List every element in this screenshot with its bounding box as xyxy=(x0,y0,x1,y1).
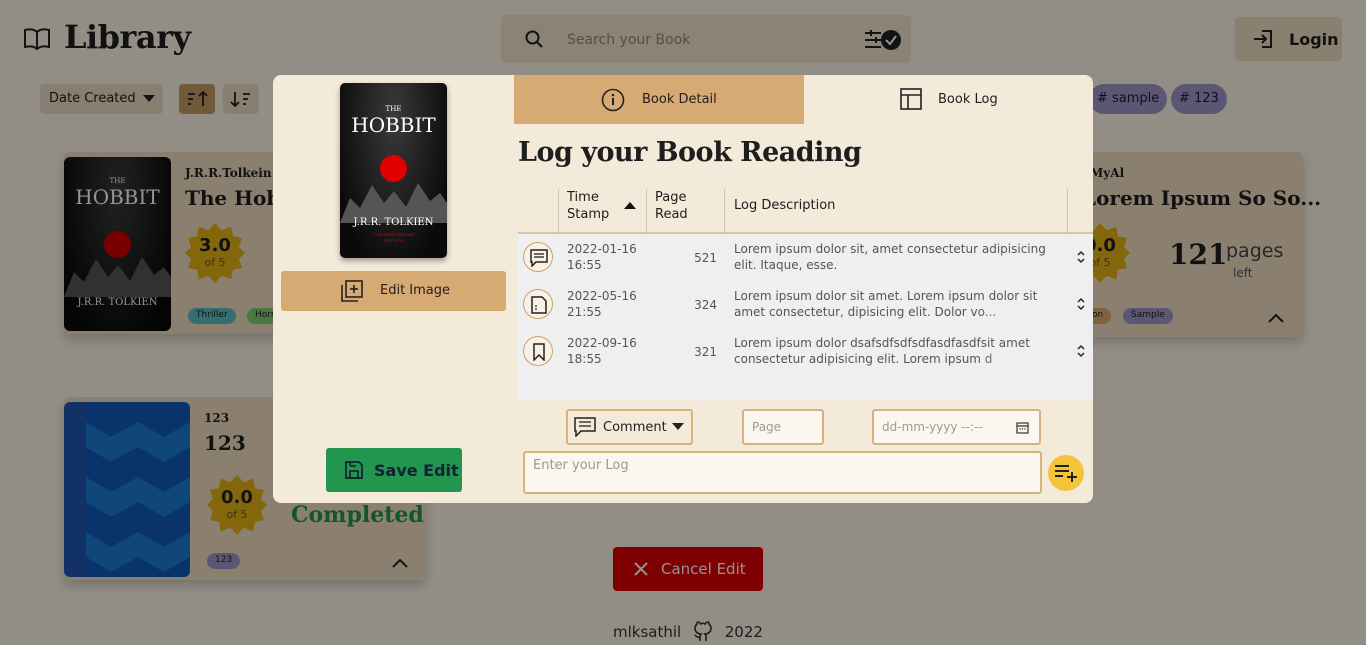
log-description: Lorem ipsum dolor dsafsdfsdfsdfasdfasdfs… xyxy=(734,335,1064,369)
log-description: Lorem ipsum dolor sit amet. Lorem ipsum … xyxy=(734,288,1064,322)
cover-title: HOBBIT xyxy=(351,113,436,137)
log-text-input[interactable]: Enter your Log xyxy=(523,451,1042,494)
log-page: 321 xyxy=(694,345,717,359)
cover-author: J.R.R. TOLKIEN xyxy=(353,217,434,228)
comment-icon xyxy=(523,242,553,272)
col-timestamp[interactable]: Time Stamp xyxy=(567,189,636,223)
tab-book-log[interactable]: Book Log xyxy=(804,75,1093,124)
log-row[interactable]: 2022-01-16 16:55 521 Lorem ipsum dolor si… xyxy=(518,236,1093,282)
info-icon xyxy=(601,88,625,116)
chevron-down-icon xyxy=(672,423,684,430)
cover-title-small: THE xyxy=(385,105,402,113)
log-row[interactable]: 2022-09-16 18:55 321 Lorem ipsum dolor ds… xyxy=(518,330,1093,376)
log-time: 21:55 xyxy=(567,305,602,319)
log-timestamp: 2022-01-16 16:55 xyxy=(567,241,647,273)
log-table-header: Time Stamp Page Read Log Description xyxy=(518,185,1093,234)
datetime-input[interactable]: dd-mm-yyyy --:-- xyxy=(872,409,1041,445)
col-timestamp-line1: Time xyxy=(567,190,599,205)
table-icon xyxy=(900,88,922,114)
col-page-line1: Page xyxy=(655,190,687,205)
log-date: 2022-05-16 xyxy=(567,289,637,303)
cover-edition-line1: 75th ANNIVERSARY xyxy=(372,232,415,237)
log-timestamp: 2022-09-16 18:55 xyxy=(567,335,647,367)
edit-image-button[interactable]: Edit Image xyxy=(281,271,506,311)
save-edit-button[interactable]: Save Edit xyxy=(326,448,462,492)
col-timestamp-line2: Stamp xyxy=(567,207,610,222)
log-row[interactable]: 2022-05-16 21:55 324 Lorem ipsum dolor si… xyxy=(518,283,1093,329)
log-time: 16:55 xyxy=(567,258,602,272)
modal-book-cover: THE HOBBIT J.R.R. TOLKIEN 75th ANNIVERSA… xyxy=(340,83,447,258)
note-icon xyxy=(523,289,553,319)
image-add-icon xyxy=(341,280,363,306)
log-timestamp: 2022-05-16 21:55 xyxy=(567,288,647,320)
datetime-placeholder: dd-mm-yyyy --:-- xyxy=(882,420,983,434)
expand-toggle-icon[interactable] xyxy=(1076,248,1086,270)
log-date: 2022-09-16 xyxy=(567,336,637,350)
comment-icon xyxy=(574,417,596,441)
tab-book-log-label: Book Log xyxy=(938,92,998,107)
expand-toggle-icon[interactable] xyxy=(1076,295,1086,317)
add-log-button[interactable] xyxy=(1048,455,1084,491)
cover-mountains xyxy=(340,183,447,223)
tab-book-detail-label: Book Detail xyxy=(642,92,717,107)
log-type-select[interactable]: Comment xyxy=(566,409,693,445)
log-description: Lorem ipsum dolor sit, amet consectetur … xyxy=(734,241,1064,275)
calendar-icon[interactable] xyxy=(1016,421,1029,437)
log-description-text: Lorem ipsum dolor sit, amet consectetur … xyxy=(734,242,1046,272)
edit-image-label: Edit Image xyxy=(380,283,451,298)
log-type-value: Comment xyxy=(603,420,667,435)
col-description: Log Description xyxy=(734,198,836,213)
book-edit-modal: THE HOBBIT J.R.R. TOLKIEN 75th ANNIVERSA… xyxy=(273,75,1093,503)
bookmark-icon xyxy=(523,336,553,366)
col-page-line2: Read xyxy=(655,207,688,222)
cover-edition-line2: EDITION xyxy=(384,238,403,243)
expand-toggle-icon[interactable] xyxy=(1076,342,1086,364)
tab-book-detail[interactable]: Book Detail xyxy=(514,75,804,124)
playlist-add-icon xyxy=(1055,465,1077,482)
log-heading: Log your Book Reading xyxy=(518,137,862,168)
log-table-body: 2022-01-16 16:55 521 Lorem ipsum dolor si… xyxy=(518,234,1093,400)
save-edit-label: Save Edit xyxy=(374,461,459,480)
log-date: 2022-01-16 xyxy=(567,242,637,256)
log-time: 18:55 xyxy=(567,352,602,366)
log-page: 521 xyxy=(694,251,717,265)
col-page-read: Page Read xyxy=(655,189,688,223)
log-page: 324 xyxy=(694,298,717,312)
sort-up-icon[interactable] xyxy=(624,202,636,209)
save-icon xyxy=(344,460,364,484)
page-input[interactable]: Page xyxy=(742,409,824,445)
